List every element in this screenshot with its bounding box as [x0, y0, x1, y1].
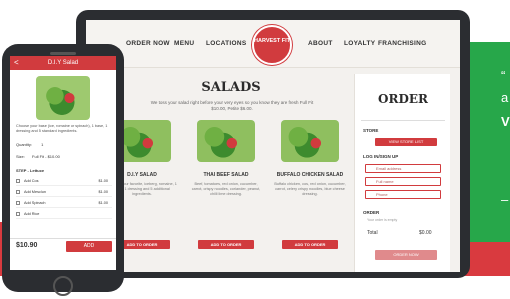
salad-card: THAI BEEF SALAD Beef, tomatoes, red onio…: [186, 120, 266, 250]
quote-mark: “: [501, 68, 506, 83]
marketing-mockup: “ a V – ORDER NOW MENU LOCATIONS HARVEST…: [0, 0, 510, 299]
back-icon[interactable]: <: [14, 56, 19, 70]
salad-title: BUFFALO CHICKEN SALAD: [276, 172, 344, 178]
order-empty-text: Your order is empty: [367, 218, 398, 222]
testimonial-text-a: a: [501, 90, 509, 105]
salad-image: [197, 120, 255, 162]
phone-price: $10.90: [16, 242, 38, 249]
quantity-value[interactable]: 1: [41, 142, 43, 147]
nav-loyalty[interactable]: LOYALTY: [344, 40, 375, 47]
checkbox[interactable]: [16, 190, 20, 194]
nav-franchising[interactable]: FRANCHISING: [378, 40, 426, 47]
top-nav: ORDER NOW MENU LOCATIONS HARVEST FIT ABO…: [86, 20, 460, 68]
order-now-button[interactable]: ORDER NOW: [375, 250, 437, 260]
add-to-order-button[interactable]: ADD TO ORDER: [282, 240, 338, 249]
order-title: ORDER: [378, 92, 428, 106]
salad-card: BUFFALO CHICKEN SALAD Buffalo chicken, c…: [270, 120, 350, 250]
view-store-list-button[interactable]: VIEW STORE LIST: [375, 138, 437, 146]
add-to-order-button[interactable]: ADD TO ORDER: [198, 240, 254, 249]
item-label: Add Cos: [24, 179, 39, 183]
testimonial-dash: –: [501, 192, 509, 207]
checkbox[interactable]: [16, 201, 20, 205]
brand-logo[interactable]: HARVEST FIT: [252, 25, 292, 65]
phone-header: < D.I.Y Salad: [10, 56, 116, 70]
list-item[interactable]: Add Cos $1.00: [16, 176, 112, 186]
nav-menu[interactable]: MENU: [174, 40, 194, 47]
salad-description: Buffalo chicken, cos, red onion, cucumbe…: [274, 182, 346, 196]
item-price: $1.00: [98, 190, 108, 194]
item-label: Add Mesclun: [24, 190, 46, 194]
order-sidebar: ORDER STORE VIEW STORE LIST LOG IN/SIGN …: [354, 74, 450, 272]
list-item[interactable]: Add Spinach $1.00: [16, 198, 112, 208]
list-item[interactable]: Add Rice: [16, 209, 112, 219]
salad-image: [36, 76, 90, 120]
phone-speaker: [50, 52, 76, 55]
salad-title: THAI BEEF SALAD: [203, 172, 249, 178]
total-label: Total: [367, 230, 378, 236]
phone-title: D.I.Y Salad: [47, 60, 79, 66]
home-button: [53, 276, 73, 296]
checkbox[interactable]: [16, 212, 20, 216]
phone-footer: $10.90 ADD: [10, 238, 116, 254]
section-label: STEP - Lettuce: [16, 168, 45, 173]
add-button[interactable]: ADD: [66, 241, 112, 252]
page-title: SALADS: [201, 80, 261, 95]
phone-field[interactable]: Phone: [365, 190, 441, 199]
size-value[interactable]: Full Fit - $10.00: [32, 154, 60, 159]
salad-image: [281, 120, 339, 162]
item-label: Add Rice: [24, 212, 40, 216]
phone-description: Choose your base (ice, romaine or spinac…: [16, 124, 108, 133]
size-row[interactable]: Size: Full Fit - $10.00: [16, 154, 110, 159]
salad-description: Beef, tomatoes, red onion, cucumber, car…: [191, 182, 261, 196]
quantity-row[interactable]: Quantity: 1: [16, 142, 110, 147]
quantity-label: Quantity:: [16, 142, 33, 147]
nav-order-now[interactable]: ORDER NOW: [126, 40, 170, 47]
item-label: Add Spinach: [24, 201, 46, 205]
store-label: STORE: [363, 128, 379, 133]
nav-about[interactable]: ABOUT: [308, 40, 333, 47]
item-price: $1.00: [98, 201, 108, 205]
name-field[interactable]: Full name: [365, 177, 441, 186]
nav-locations[interactable]: LOCATIONS: [206, 40, 247, 47]
size-label: Size:: [16, 154, 25, 159]
order-label: ORDER: [363, 210, 380, 215]
login-label: LOG IN/SIGN UP: [363, 154, 399, 159]
checkbox[interactable]: [16, 179, 20, 183]
total-value: $0.00: [419, 230, 432, 236]
divider: [361, 120, 445, 121]
laptop-screen: ORDER NOW MENU LOCATIONS HARVEST FIT ABO…: [86, 20, 460, 272]
email-field[interactable]: Email address: [365, 164, 441, 173]
testimonial-text-w: V: [501, 114, 510, 129]
list-item[interactable]: Add Mesclun $1.00: [16, 187, 112, 197]
item-price: $1.00: [98, 179, 108, 183]
page-intro: We toss your salad right before your ver…: [150, 100, 314, 111]
phone-screen: < D.I.Y Salad Choose your base (ice, rom…: [10, 56, 116, 270]
